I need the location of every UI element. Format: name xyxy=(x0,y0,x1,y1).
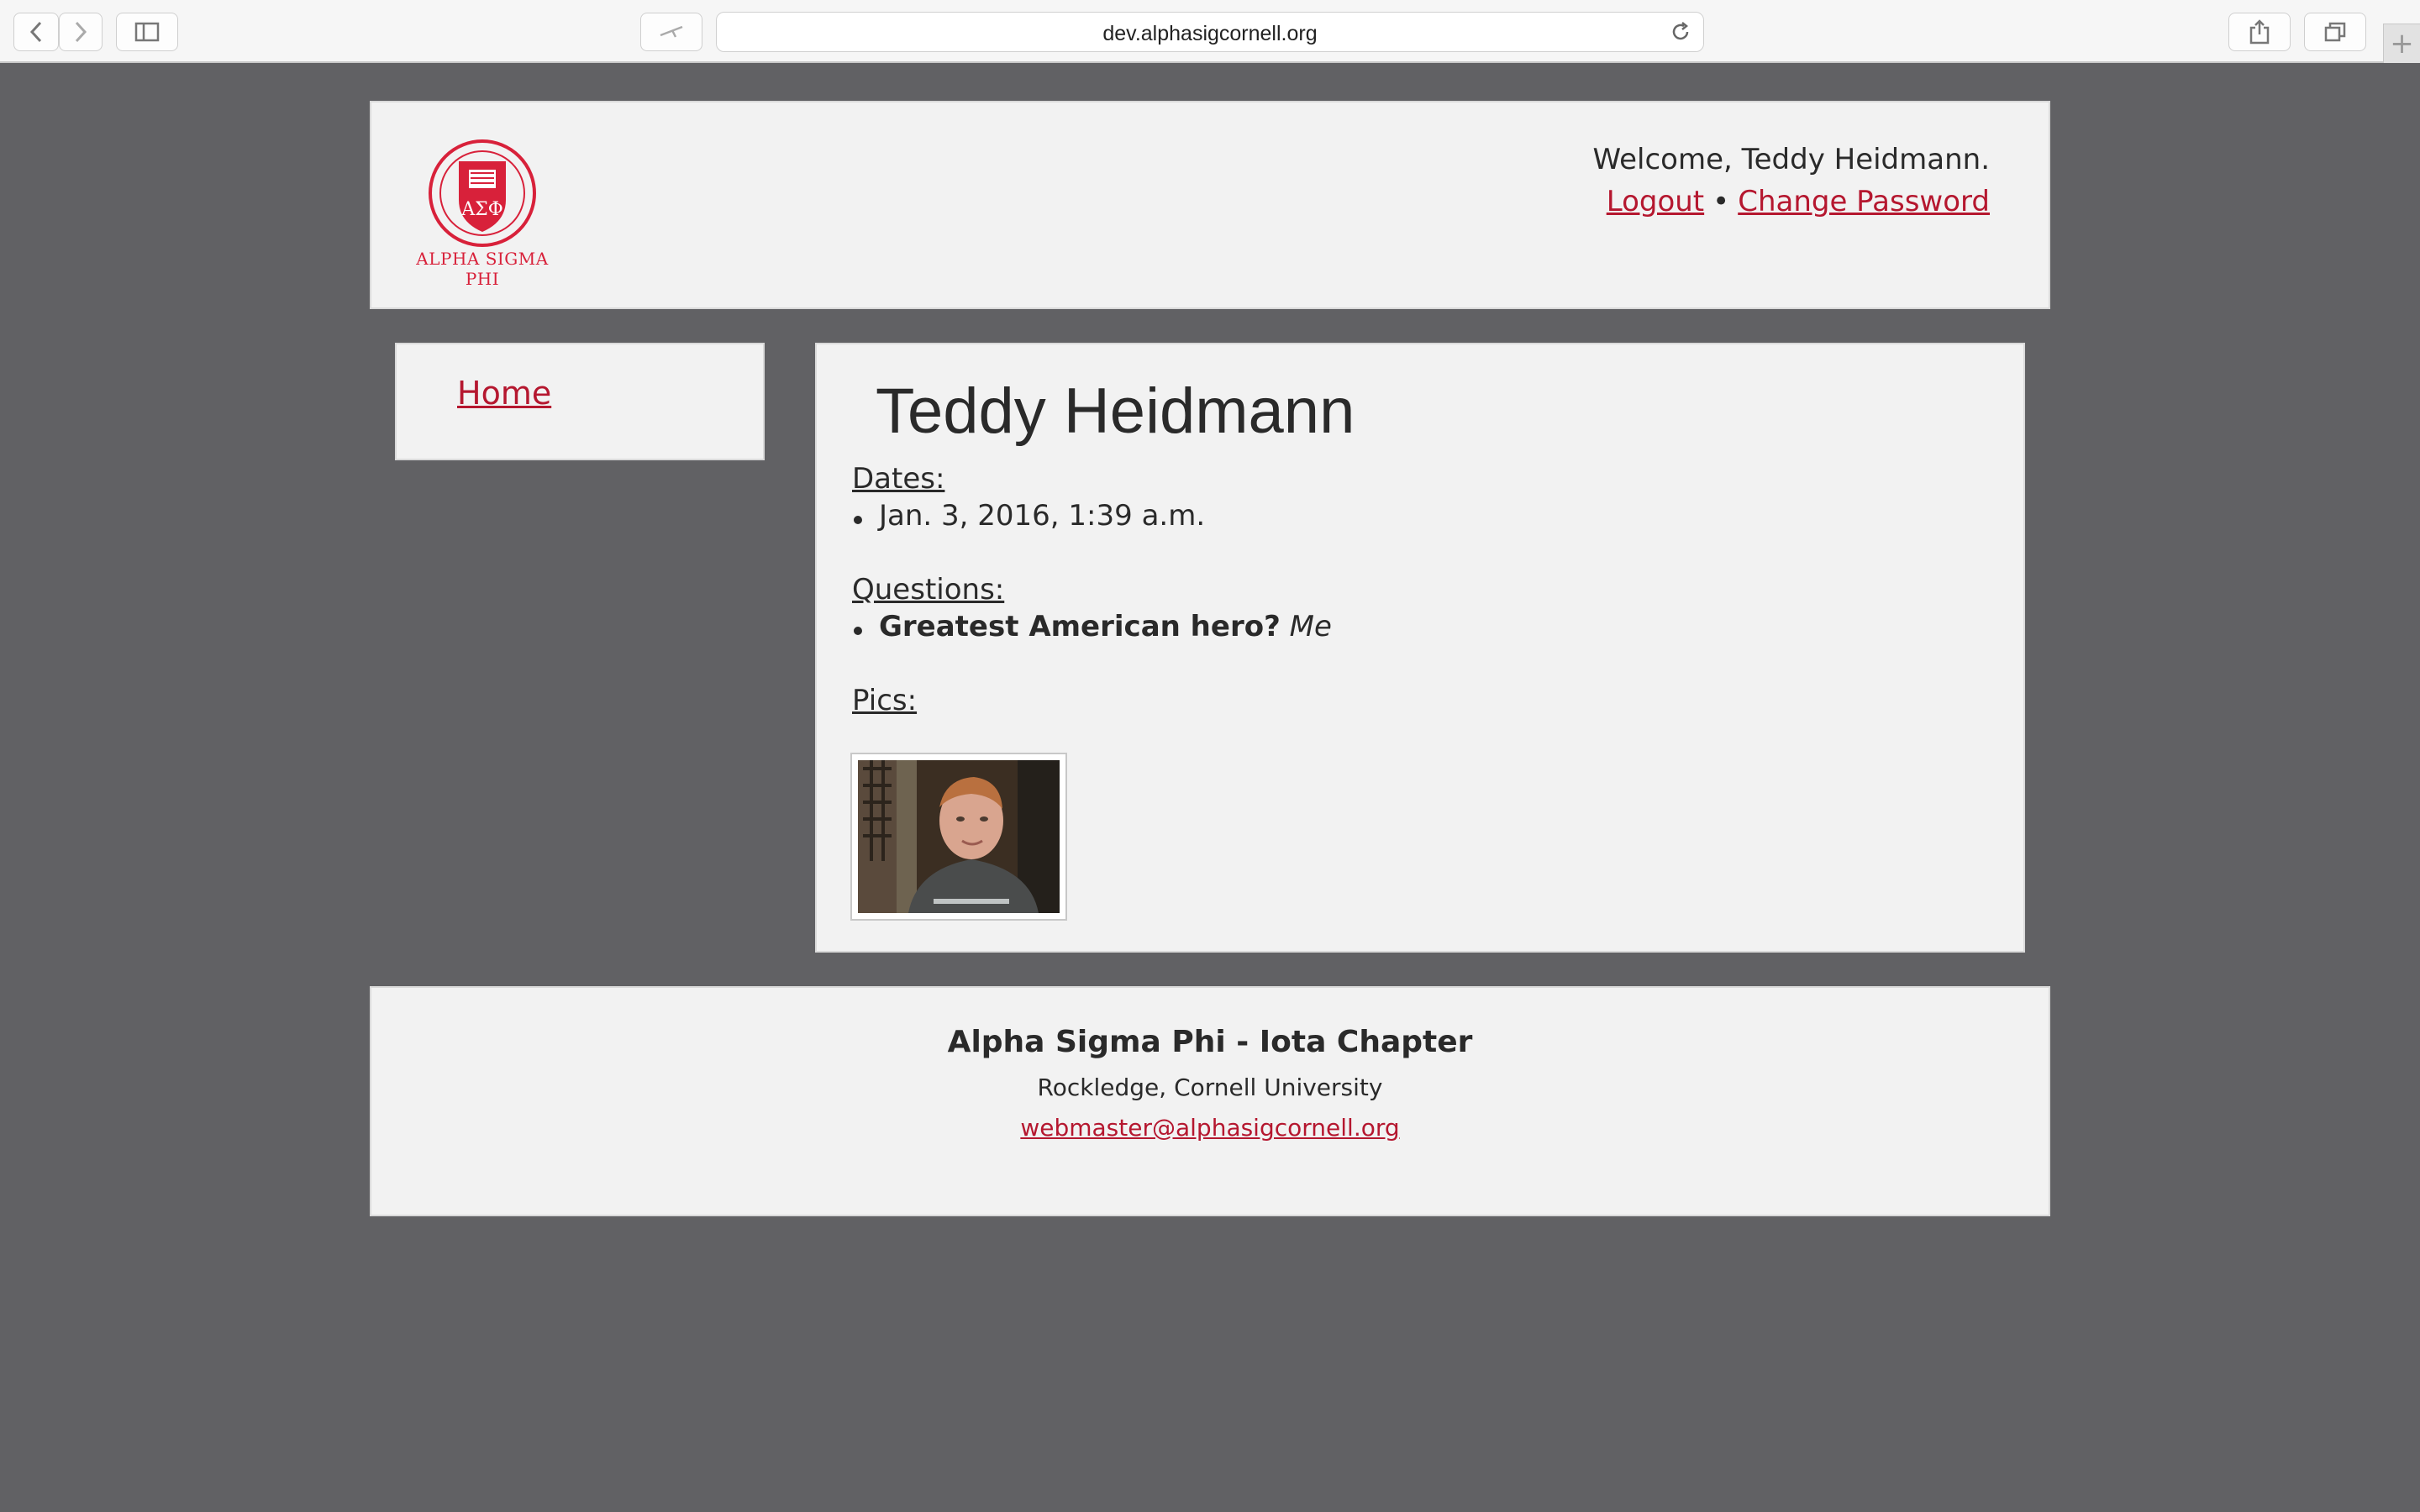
tabs-icon xyxy=(2324,22,2346,42)
compass-icon xyxy=(660,25,683,38)
sidebar-icon xyxy=(134,22,160,42)
dates-label: Dates: xyxy=(852,462,945,496)
footer-title: Alpha Sigma Phi - Iota Chapter xyxy=(947,1025,1473,1059)
site-footer: Alpha Sigma Phi - Iota Chapter Rockledge… xyxy=(370,986,2050,1216)
address-bar[interactable]: dev.alphasigcornell.org xyxy=(716,12,1704,52)
profile-photo xyxy=(858,760,1060,913)
forward-button[interactable] xyxy=(59,13,103,51)
smart-search-button[interactable] xyxy=(640,13,702,51)
question-answer: Me xyxy=(1289,610,1332,643)
chevron-right-icon xyxy=(75,21,87,43)
sidebar-toggle-button[interactable] xyxy=(116,13,178,51)
browser-toolbar: dev.alphasigcornell.org + xyxy=(0,0,2420,63)
page-title: Teddy Heidmann xyxy=(876,375,1355,447)
reload-icon[interactable] xyxy=(1670,21,1691,46)
profile-panel: Teddy Heidmann Dates: Jan. 3, 2016, 1:39… xyxy=(815,343,2025,953)
new-tab-button[interactable]: + xyxy=(2383,24,2420,63)
share-button[interactable] xyxy=(2228,13,2291,51)
sidebar-nav: Home xyxy=(395,343,765,460)
crest-icon: ΑΣΦ xyxy=(429,139,536,247)
site-header: ΑΣΦ ALPHA SIGMA PHI Welcome, Teddy Heidm… xyxy=(370,101,2050,309)
back-button[interactable] xyxy=(13,13,59,51)
questions-label: Questions: xyxy=(852,573,1005,606)
logout-link[interactable]: Logout xyxy=(1607,185,1704,218)
share-icon xyxy=(2249,19,2270,45)
alpha-sigma-phi-logo[interactable]: ΑΣΦ ALPHA SIGMA PHI xyxy=(407,138,558,289)
logo-wordmark: ALPHA SIGMA PHI xyxy=(416,249,549,289)
welcome-message: Welcome, Teddy Heidmann. xyxy=(1592,143,1990,176)
url-text: dev.alphasigcornell.org xyxy=(1102,22,1318,45)
webmaster-email-link[interactable]: webmaster@alphasigcornell.org xyxy=(1020,1114,1399,1142)
sidebar-item-home[interactable]: Home xyxy=(457,375,551,412)
question-list-item: Greatest American hero? Me xyxy=(854,610,1332,643)
link-separator: • xyxy=(1712,185,1730,218)
chevron-left-icon xyxy=(29,21,42,43)
footer-email-wrapper: webmaster@alphasigcornell.org xyxy=(371,1114,2049,1142)
plus-icon: + xyxy=(2390,27,2414,60)
pics-label: Pics: xyxy=(852,684,918,717)
question-text: Greatest American hero? xyxy=(879,610,1281,643)
change-password-link[interactable]: Change Password xyxy=(1738,185,1990,218)
date-list-item: Jan. 3, 2016, 1:39 a.m. xyxy=(853,499,1206,533)
tabs-overview-button[interactable] xyxy=(2304,13,2366,51)
profile-photo-thumbnail[interactable] xyxy=(850,753,1067,921)
svg-text:ΑΣΦ: ΑΣΦ xyxy=(460,199,502,220)
account-links: Logout • Change Password xyxy=(1607,185,1990,218)
footer-location: Rockledge, Cornell University xyxy=(1037,1074,1383,1101)
